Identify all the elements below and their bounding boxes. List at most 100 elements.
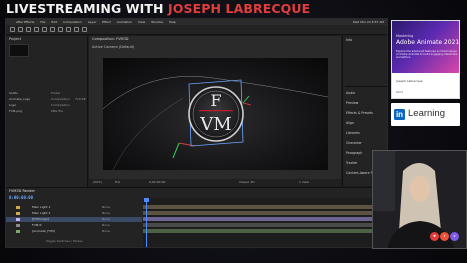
- resolution-dropdown[interactable]: Full: [115, 180, 120, 184]
- pan-tool-icon[interactable]: [58, 27, 63, 32]
- menu-item[interactable]: View: [138, 20, 145, 24]
- panel-libraries[interactable]: Libraries: [346, 131, 360, 135]
- home-tool-icon[interactable]: [10, 27, 15, 32]
- project-item[interactable]: Animate_Logo Composition 716 KB: [9, 97, 86, 102]
- anchor-y: [242, 95, 250, 104]
- hand-tool-icon[interactable]: [26, 27, 31, 32]
- info-panel-title[interactable]: Info: [346, 38, 352, 42]
- layer-label-color[interactable]: [16, 230, 20, 233]
- project-item[interactable]: FVM.png PNG file: [9, 109, 85, 114]
- project-item-type: Composition: [51, 103, 70, 107]
- timeline-panel: FVM3D Render 0:00:00:00 0s 02s 04s 06s 0…: [6, 187, 387, 247]
- panel-audio[interactable]: Audio: [346, 91, 355, 95]
- toggle-switches-modes[interactable]: Toggle Switches / Modes: [6, 239, 142, 244]
- panel-tracker[interactable]: Tracker: [346, 161, 358, 165]
- project-item-type: PNG file: [51, 109, 63, 113]
- panel-character[interactable]: Character: [346, 141, 362, 145]
- project-thumbnail: [9, 44, 29, 57]
- project-item-name: Solids: [9, 91, 18, 95]
- ae-toolbar: [6, 25, 387, 35]
- pen-tool-icon[interactable]: [74, 27, 79, 32]
- shape-tool-icon[interactable]: [66, 27, 71, 32]
- project-item[interactable]: Solids Folder: [9, 91, 85, 96]
- livestream-stage: LIVESTREAMING WITH JOSEPH LABRECQUE Afte…: [0, 0, 467, 263]
- camera-path: [112, 97, 184, 170]
- timeline-layer-row[interactable]: Main Light 2 None: [6, 211, 142, 216]
- layer-label-color[interactable]: [16, 212, 20, 215]
- book-cover: Mastering Adobe Animate 2021 Explore the…: [391, 20, 460, 99]
- book-title: Adobe Animate 2021: [396, 39, 460, 46]
- tab-composition[interactable]: Composition: FVM3D: [92, 37, 129, 41]
- menu-item[interactable]: Effect: [102, 20, 111, 24]
- selection-tool-icon[interactable]: [18, 27, 23, 32]
- project-panel: Project Solids Folder Animate_Logo Compo…: [6, 36, 88, 196]
- panel-content-aware-fill[interactable]: Content-Aware Fill: [346, 171, 375, 175]
- layer-name: [Animate_FVM]: [32, 229, 55, 233]
- playhead[interactable]: [144, 198, 149, 247]
- banner-text-red: JOSEPH LABRECQUE: [168, 1, 311, 16]
- menu-item[interactable]: Window: [151, 20, 163, 24]
- timeline-layer-row[interactable]: Main Light 1 None: [6, 205, 142, 210]
- layer-duration-bar[interactable]: [143, 229, 387, 233]
- camera-tool-icon[interactable]: [50, 27, 55, 32]
- layer-name: [FVM Logo]: [32, 217, 49, 221]
- type-tool-icon[interactable]: [82, 27, 87, 32]
- timeline-layer-row-selected[interactable]: [FVM Logo] None: [6, 217, 142, 222]
- menu-item[interactable]: File: [40, 20, 45, 24]
- menu-item[interactable]: Animation: [117, 20, 132, 24]
- layer-duration-bar[interactable]: [143, 223, 387, 227]
- timeline-layer-row[interactable]: FVM-R None: [6, 223, 142, 228]
- project-item-type: Folder: [51, 91, 61, 95]
- viewer-footer-bar: (50%) Full 0:00:00:00 Classic 3D 1 View: [89, 179, 341, 186]
- layer-duration-bar[interactable]: [143, 211, 387, 215]
- heart-reaction-icon: ♥: [430, 232, 439, 241]
- layer-label-color[interactable]: [16, 224, 20, 227]
- composition-viewer: Composition: FVM3D Active Camera (Defaul…: [89, 36, 341, 179]
- layer-duration-bar[interactable]: [143, 217, 387, 221]
- panel-align[interactable]: Align: [346, 121, 354, 125]
- layer-parent[interactable]: None: [102, 223, 110, 227]
- menu-item[interactable]: After Effects: [16, 20, 34, 24]
- layer-name: Main Light 1: [32, 205, 51, 209]
- layer-duration-bar[interactable]: [143, 205, 387, 209]
- active-camera-label: Active Camera (Default): [92, 45, 135, 49]
- banner-text-white: LIVESTREAMING WITH: [6, 1, 164, 16]
- timeline-layer-row[interactable]: [Animate_FVM] None: [6, 229, 142, 234]
- linkedin-learning-label: Learning: [408, 108, 445, 119]
- project-item-name: Logo: [9, 103, 17, 107]
- panel-paragraph[interactable]: Paragraph: [346, 151, 362, 155]
- project-item-size: [75, 109, 85, 114]
- layer-label-color[interactable]: [16, 206, 20, 209]
- layer-parent[interactable]: None: [102, 205, 110, 209]
- panel-preview[interactable]: Preview: [346, 101, 358, 105]
- book-publisher: Packt: [396, 91, 403, 94]
- layer-parent[interactable]: None: [102, 211, 110, 215]
- project-item-type: Composition: [51, 97, 70, 101]
- rotate-tool-icon[interactable]: [42, 27, 47, 32]
- logo-letters-bottom: VM: [199, 114, 231, 135]
- panel-effects-presets[interactable]: Effects & Presets: [346, 111, 373, 115]
- layer-parent[interactable]: None: [102, 229, 110, 233]
- playhead-handle[interactable]: [144, 198, 149, 202]
- tab-timeline[interactable]: FVM3D Render: [9, 189, 35, 193]
- viewer-timecode[interactable]: 0:00:00:00: [149, 180, 165, 184]
- zoom-dropdown[interactable]: (50%): [93, 180, 102, 184]
- menu-item[interactable]: Composition: [63, 20, 82, 24]
- fvm-logo-scene: F VM: [103, 76, 328, 170]
- menu-item[interactable]: Layer: [88, 20, 96, 24]
- project-item-name: Animate_Logo: [9, 97, 31, 101]
- layer-list: Main Light 1 None Main Light 2 None [FVM…: [6, 205, 142, 245]
- linkedin-learning-badge: in Learning: [391, 103, 460, 126]
- logo-letter-top: F: [210, 91, 221, 110]
- view-layout-dropdown[interactable]: 1 View: [299, 180, 309, 184]
- timeline-timecode[interactable]: 0:00:00:00: [9, 195, 33, 200]
- menu-item[interactable]: Edit: [51, 20, 57, 24]
- zoom-tool-icon[interactable]: [34, 27, 39, 32]
- anchor-x: [242, 102, 252, 106]
- composition-canvas[interactable]: F VM: [103, 58, 328, 170]
- menu-item[interactable]: Help: [169, 20, 176, 24]
- layer-parent[interactable]: None: [102, 217, 110, 221]
- project-item[interactable]: Logo Composition: [9, 103, 85, 108]
- layer-label-color[interactable]: [16, 218, 20, 221]
- renderer-label[interactable]: Classic 3D: [239, 180, 255, 184]
